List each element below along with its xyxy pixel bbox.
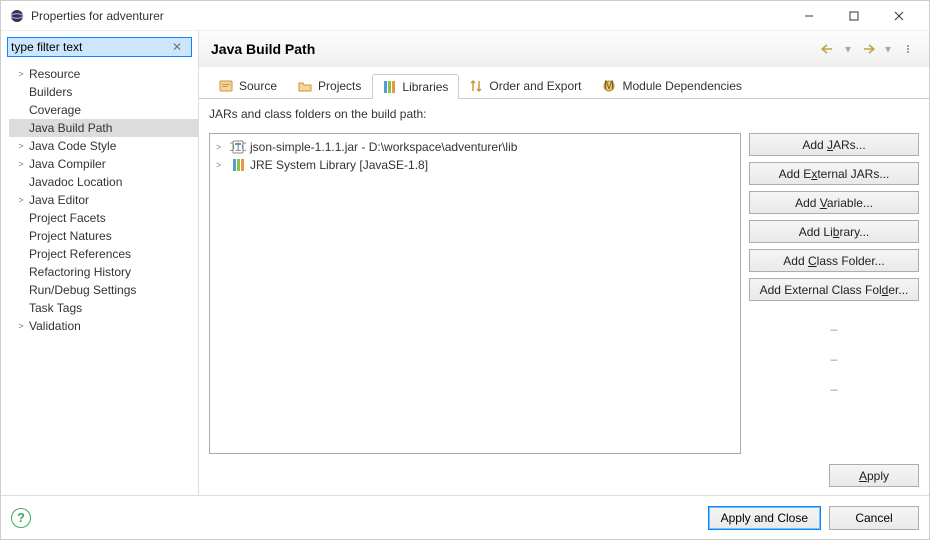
chevron-right-icon: >: [15, 321, 27, 331]
lib-icon: [230, 157, 246, 173]
sidebar-item-task-tags[interactable]: Task Tags: [9, 299, 198, 317]
add-variable-button[interactable]: Add Variable...: [749, 191, 919, 214]
sidebar-item-label: Resource: [27, 67, 80, 81]
category-tree[interactable]: >ResourceBuildersCoverageJava Build Path…: [1, 63, 198, 495]
chevron-right-icon: >: [15, 195, 27, 205]
source-icon: [218, 78, 234, 94]
forward-icon[interactable]: [859, 40, 877, 58]
sidebar-item-run-debug-settings[interactable]: Run/Debug Settings: [9, 281, 198, 299]
eclipse-icon: [9, 8, 25, 24]
library-item-label: JRE System Library [JavaSE-1.8]: [250, 158, 428, 172]
sidebar-item-label: Project Facets: [27, 211, 106, 225]
library-item[interactable]: >010 json-simple-1.1.1.jar - D:\workspace…: [216, 138, 734, 156]
sidebar-item-builders[interactable]: Builders: [9, 83, 198, 101]
tab-libraries[interactable]: Libraries: [372, 74, 459, 99]
list-caption: JARs and class folders on the build path…: [209, 107, 919, 121]
sidebar-item-label: Run/Debug Settings: [27, 283, 136, 297]
sidebar-item-project-references[interactable]: Project References: [9, 245, 198, 263]
tab-source[interactable]: Source: [209, 73, 288, 98]
sidebar-item-label: Refactoring History: [27, 265, 131, 279]
tab-order-and-export[interactable]: Order and Export: [459, 73, 592, 98]
chevron-right-icon: >: [216, 142, 226, 152]
sidebar-item-label: Project Natures: [27, 229, 112, 243]
projects-icon: [297, 78, 313, 94]
tab-projects[interactable]: Projects: [288, 73, 372, 98]
page-header: Java Build Path ▾ ▾: [199, 31, 929, 67]
view-menu-icon[interactable]: [899, 40, 917, 58]
add-external-class-folder-button[interactable]: Add External Class Folder...: [749, 278, 919, 301]
tab-label: Libraries: [402, 80, 448, 94]
add-class-folder-button[interactable]: Add Class Folder...: [749, 249, 919, 272]
add-jars-button[interactable]: Add JARs...: [749, 133, 919, 156]
sidebar-item-validation[interactable]: >Validation: [9, 317, 198, 335]
sidebar-item-resource[interactable]: >Resource: [9, 65, 198, 83]
module-dependencies-icon: M: [601, 78, 617, 94]
sidebar-item-java-build-path[interactable]: Java Build Path: [9, 119, 198, 137]
libraries-list[interactable]: >010 json-simple-1.1.1.jar - D:\workspace…: [209, 133, 741, 454]
sidebar-item-label: Java Build Path: [27, 121, 112, 135]
tab-label: Projects: [318, 79, 361, 93]
jar-icon: 010: [230, 139, 246, 155]
svg-text:M: M: [604, 78, 614, 92]
help-icon[interactable]: ?: [11, 508, 31, 528]
chevron-right-icon: >: [15, 141, 27, 151]
tab-label: Order and Export: [489, 79, 581, 93]
forward-menu-icon[interactable]: ▾: [879, 40, 897, 58]
sidebar-item-project-natures[interactable]: Project Natures: [9, 227, 198, 245]
sidebar-item-label: Validation: [27, 319, 81, 333]
tab-module-dependencies[interactable]: M Module Dependencies: [592, 73, 752, 98]
sidebar-item-coverage[interactable]: Coverage: [9, 101, 198, 119]
disabled-dash-2: _: [749, 347, 919, 361]
add-external-jars-button[interactable]: Add External JARs...: [749, 162, 919, 185]
chevron-right-icon: >: [216, 160, 226, 170]
library-item-label: json-simple-1.1.1.jar - D:\workspace\adv…: [250, 140, 517, 154]
titlebar: Properties for adventurer: [1, 1, 929, 31]
sidebar-item-refactoring-history[interactable]: Refactoring History: [9, 263, 198, 281]
sidebar-item-label: Java Compiler: [27, 157, 106, 171]
disabled-dash-3: _: [749, 377, 919, 391]
library-item[interactable]: > JRE System Library [JavaSE-1.8]: [216, 156, 734, 174]
sidebar-item-label: Javadoc Location: [27, 175, 122, 189]
sidebar-item-label: Builders: [27, 85, 72, 99]
clear-filter-icon[interactable]: ✕: [172, 40, 182, 54]
close-button[interactable]: [876, 2, 921, 30]
sidebar-item-label: Java Editor: [27, 193, 89, 207]
svg-text:010: 010: [230, 140, 246, 154]
footer: ? Apply and Close Cancel: [1, 495, 929, 539]
sidebar-item-java-editor[interactable]: >Java Editor: [9, 191, 198, 209]
sidebar-item-javadoc-location[interactable]: Javadoc Location: [9, 173, 198, 191]
cancel-button[interactable]: Cancel: [829, 506, 919, 530]
back-icon[interactable]: [819, 40, 837, 58]
tab-bar: Source Projects Libraries Order and Export M…: [199, 67, 929, 99]
sidebar-item-label: Project References: [27, 247, 131, 261]
chevron-right-icon: >: [15, 159, 27, 169]
back-menu-icon[interactable]: ▾: [839, 40, 857, 58]
button-column: Add JARs... Add External JARs... Add Var…: [749, 133, 919, 454]
libraries-icon: [381, 79, 397, 95]
sidebar-item-label: Task Tags: [27, 301, 82, 315]
sidebar: ✕ >ResourceBuildersCoverageJava Build Pa…: [1, 31, 199, 495]
add-library-button[interactable]: Add Library...: [749, 220, 919, 243]
window-title: Properties for adventurer: [31, 9, 786, 23]
disabled-dash-1: _: [749, 317, 919, 331]
chevron-right-icon: >: [15, 69, 27, 79]
page-title: Java Build Path: [211, 41, 817, 57]
order-and-export-icon: [468, 78, 484, 94]
apply-and-close-button[interactable]: Apply and Close: [708, 506, 821, 530]
sidebar-item-label: Coverage: [27, 103, 81, 117]
sidebar-item-java-code-style[interactable]: >Java Code Style: [9, 137, 198, 155]
sidebar-item-label: Java Code Style: [27, 139, 116, 153]
tab-label: Module Dependencies: [622, 79, 741, 93]
tab-label: Source: [239, 79, 277, 93]
filter-input[interactable]: [7, 37, 192, 57]
minimize-button[interactable]: [786, 2, 831, 30]
apply-button[interactable]: Apply: [829, 464, 919, 487]
maximize-button[interactable]: [831, 2, 876, 30]
sidebar-item-java-compiler[interactable]: >Java Compiler: [9, 155, 198, 173]
sidebar-item-project-facets[interactable]: Project Facets: [9, 209, 198, 227]
